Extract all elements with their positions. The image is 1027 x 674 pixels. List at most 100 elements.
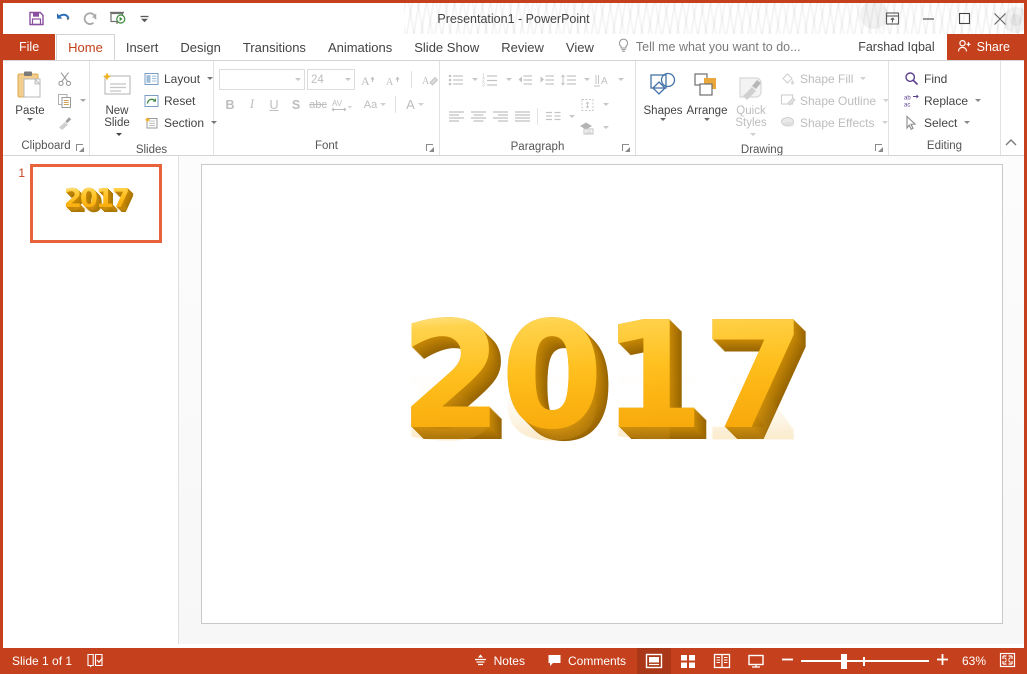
save-icon[interactable] (23, 7, 49, 31)
line-spacing-dropdown-icon[interactable] (579, 69, 591, 90)
convert-to-smartart-button[interactable] (576, 117, 598, 138)
shape-fill-dropdown-icon[interactable] (860, 77, 867, 80)
align-left-button[interactable] (445, 106, 467, 127)
copy-dropdown-icon[interactable] (80, 99, 86, 102)
fit-to-window-button[interactable] (999, 652, 1016, 671)
font-name-dropdown-icon[interactable] (295, 78, 301, 81)
numbering-dropdown-icon[interactable] (501, 69, 513, 90)
start-presentation-icon[interactable] (104, 7, 130, 31)
text-direction-dropdown-icon[interactable] (613, 69, 625, 90)
zoom-in-button[interactable] (936, 653, 949, 669)
character-spacing-button[interactable]: AV (329, 94, 359, 115)
maximize-icon[interactable] (946, 5, 982, 32)
tab-slide-show[interactable]: Slide Show (403, 34, 490, 60)
line-spacing-button[interactable] (557, 69, 579, 90)
zoom-percentage[interactable]: 63% (956, 654, 992, 668)
zoom-slider[interactable] (801, 653, 929, 669)
tab-file[interactable]: File (3, 34, 56, 60)
user-name[interactable]: Farshad Iqbal (846, 40, 946, 54)
tab-design[interactable]: Design (169, 34, 231, 60)
select-button[interactable]: Select (899, 112, 985, 133)
paste-dropdown-icon[interactable] (27, 118, 33, 121)
slide-canvas[interactable]: 2017 2017 2017 (200, 164, 1003, 624)
find-button[interactable]: Find (899, 68, 985, 89)
tab-view[interactable]: View (555, 34, 605, 60)
collapse-ribbon-button[interactable] (1004, 136, 1018, 153)
tell-me-search[interactable]: Tell me what you want to do... (617, 34, 801, 60)
reset-button[interactable]: Reset (139, 90, 221, 111)
columns-dropdown-icon[interactable] (564, 106, 576, 127)
italic-button[interactable]: I (241, 94, 263, 115)
tab-transitions[interactable]: Transitions (232, 34, 317, 60)
underline-button[interactable]: U (263, 94, 285, 115)
bold-button[interactable]: B (219, 94, 241, 115)
layout-dropdown-icon[interactable] (207, 77, 214, 80)
view-slide-show-button[interactable] (739, 648, 773, 674)
replace-dropdown-icon[interactable] (975, 99, 982, 102)
decrease-font-size-button[interactable]: A (382, 69, 405, 90)
view-slide-sorter-button[interactable] (671, 648, 705, 674)
shape-outline-button[interactable]: Shape Outline (775, 90, 893, 111)
replace-button[interactable]: ab ac Replace (899, 90, 985, 111)
new-slide-button[interactable]: New Slide (95, 66, 139, 143)
smartart-dropdown-icon[interactable] (598, 117, 610, 138)
view-reading-button[interactable] (705, 648, 739, 674)
font-size-input[interactable]: 24 (307, 69, 355, 90)
undo-icon[interactable] (50, 7, 76, 31)
align-right-button[interactable] (489, 106, 511, 127)
shapes-button[interactable]: Shapes (641, 66, 685, 123)
decrease-indent-button[interactable] (513, 69, 535, 90)
shape-effects-dropdown-icon[interactable] (881, 121, 888, 124)
zoom-out-button[interactable] (781, 653, 794, 669)
share-button[interactable]: Share (946, 34, 1024, 60)
ribbon-display-options-icon[interactable] (874, 5, 910, 32)
slide-count-label[interactable]: Slide 1 of 1 (12, 654, 72, 668)
clipboard-dialog-launcher[interactable] (75, 143, 85, 153)
font-size-dropdown-icon[interactable] (345, 78, 351, 81)
bullets-button[interactable] (445, 69, 467, 90)
cut-button[interactable] (52, 68, 90, 89)
customize-qat-icon[interactable] (131, 7, 157, 31)
quick-styles-button[interactable]: Quick Styles (729, 66, 773, 143)
new-slide-dropdown-icon[interactable] (115, 133, 122, 137)
text-shadow-button[interactable]: S (285, 94, 307, 115)
tab-home[interactable]: Home (56, 34, 115, 60)
numbering-button[interactable]: 123 (479, 69, 501, 90)
shapes-dropdown-icon[interactable] (660, 118, 666, 121)
strikethrough-button[interactable]: abc (307, 94, 329, 115)
clear-formatting-button[interactable]: A (418, 69, 441, 90)
slide-thumbnail-1[interactable]: 2017 2017 2017 (30, 164, 162, 243)
view-normal-button[interactable] (637, 648, 671, 674)
copy-button[interactable] (52, 90, 90, 111)
section-button[interactable]: Section (139, 112, 221, 133)
shape-fill-button[interactable]: Shape Fill (775, 68, 893, 89)
zoom-slider-handle[interactable] (841, 653, 847, 669)
minimize-icon[interactable] (910, 5, 946, 32)
change-case-button[interactable]: Aa (359, 94, 391, 115)
redo-icon[interactable] (77, 7, 103, 31)
arrange-dropdown-icon[interactable] (704, 118, 710, 121)
font-dialog-launcher[interactable] (425, 143, 435, 153)
font-color-button[interactable]: A (400, 94, 430, 115)
align-text-button[interactable] (576, 94, 598, 115)
bullets-dropdown-icon[interactable] (467, 69, 479, 90)
text-direction-button[interactable]: A (591, 69, 613, 90)
font-name-input[interactable] (219, 69, 305, 90)
layout-button[interactable]: Layout (139, 68, 221, 89)
increase-indent-button[interactable] (535, 69, 557, 90)
close-icon[interactable] (982, 5, 1018, 32)
paragraph-dialog-launcher[interactable] (621, 143, 631, 153)
columns-button[interactable] (542, 106, 564, 127)
tab-insert[interactable]: Insert (115, 34, 170, 60)
arrange-button[interactable]: Arrange (685, 66, 729, 123)
accessibility-checker-icon[interactable] (86, 652, 104, 671)
tab-animations[interactable]: Animations (317, 34, 403, 60)
increase-font-size-button[interactable]: A (357, 69, 380, 90)
justify-button[interactable] (511, 106, 533, 127)
align-center-button[interactable] (467, 106, 489, 127)
align-text-dropdown-icon[interactable] (598, 94, 610, 115)
tab-review[interactable]: Review (490, 34, 555, 60)
slide-art-2017[interactable]: 2017 2017 2017 (400, 302, 806, 457)
drawing-dialog-launcher[interactable] (874, 143, 884, 153)
notes-button[interactable]: Notes (462, 648, 536, 674)
